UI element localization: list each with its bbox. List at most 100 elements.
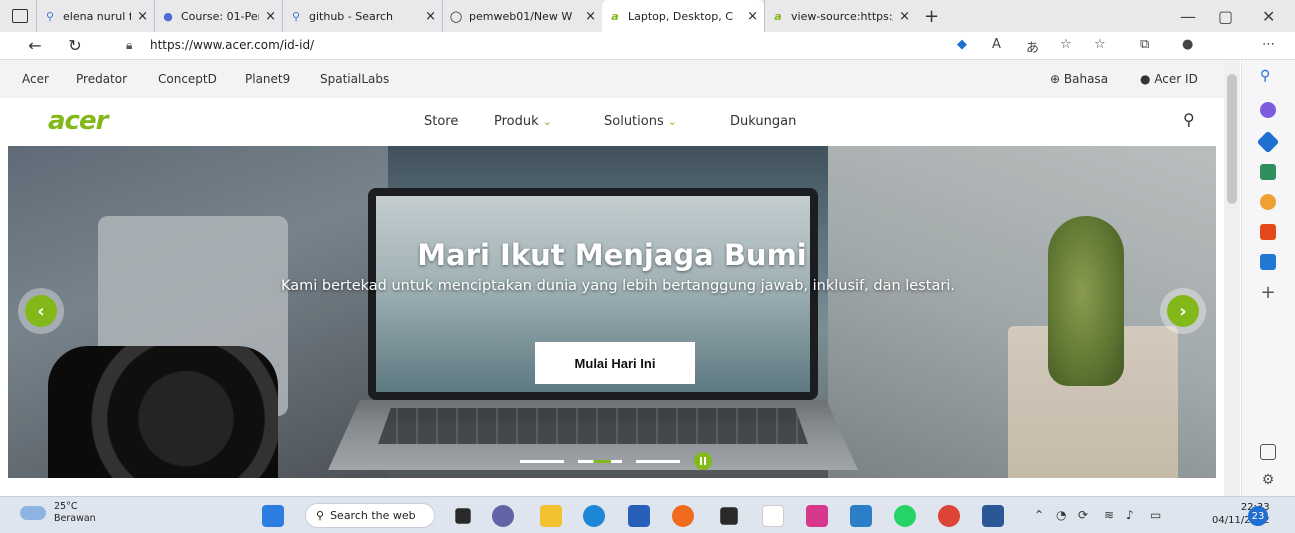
- close-icon[interactable]: ×: [137, 9, 148, 24]
- chevron-right-icon: ›: [1167, 295, 1199, 327]
- carousel-indicators: [520, 452, 712, 470]
- search-icon[interactable]: ⚲: [1260, 68, 1276, 84]
- moodle-icon: ●: [163, 9, 173, 23]
- close-icon[interactable]: ×: [265, 9, 276, 24]
- close-icon[interactable]: ×: [585, 9, 596, 24]
- nav-dukungan[interactable]: Dukungan: [730, 114, 796, 129]
- office-icon[interactable]: [1260, 224, 1276, 240]
- browser-tab[interactable]: ◯ pemweb01/New W ×: [442, 0, 602, 32]
- acer-icon: a: [611, 9, 619, 23]
- browser-tab[interactable]: ● Course: 01-Pemrog ×: [154, 0, 282, 32]
- browser-tab[interactable]: a view-source:https:/ ×: [764, 0, 916, 32]
- chat-icon[interactable]: [492, 505, 514, 527]
- carousel-next-button[interactable]: ›: [1160, 288, 1206, 334]
- window-close-icon[interactable]: ✕: [1262, 0, 1275, 32]
- collections-icon[interactable]: ⧉: [1140, 37, 1149, 52]
- start-icon[interactable]: [262, 505, 284, 527]
- carousel-dot-active[interactable]: [578, 459, 622, 463]
- shopping-icon[interactable]: [1256, 130, 1280, 154]
- restore-icon[interactable]: ▢: [1218, 0, 1233, 32]
- globe-icon: ⊕: [1050, 72, 1061, 86]
- carousel-dot[interactable]: [520, 459, 564, 463]
- language-label: Bahasa: [1063, 72, 1109, 86]
- site-info-icon[interactable]: 🔒︎: [126, 38, 132, 53]
- hero-carousel: Mari Ikut Menjaga Bumi Kami bertekad unt…: [8, 146, 1216, 478]
- discover-icon[interactable]: [1260, 102, 1276, 118]
- add-icon[interactable]: +: [1260, 282, 1276, 303]
- language-selector[interactable]: ⊕ Bahasa: [1050, 72, 1108, 86]
- network-activity-icon[interactable]: ◔: [1056, 508, 1066, 522]
- sidebar-toggle-icon[interactable]: [1260, 444, 1276, 460]
- url-field[interactable]: https://www.acer.com/id-id/: [150, 38, 314, 52]
- chevron-up-icon[interactable]: ⌃: [1034, 508, 1044, 522]
- translate-icon[interactable]: あ: [1026, 37, 1039, 56]
- scrollbar-thumb[interactable]: [1227, 74, 1237, 204]
- add-favorite-icon[interactable]: ☆: [1060, 37, 1072, 52]
- new-tab-button[interactable]: +: [924, 6, 939, 27]
- search-placeholder: Search the web: [330, 509, 416, 522]
- firefox-icon[interactable]: [672, 505, 694, 527]
- word-icon[interactable]: [982, 505, 1004, 527]
- back-icon[interactable]: ←: [20, 36, 50, 55]
- profile-icon[interactable]: ●: [1182, 37, 1193, 52]
- user-icon: ●: [1140, 72, 1151, 86]
- nav-store[interactable]: Store: [424, 114, 458, 129]
- pause-icon[interactable]: [694, 452, 712, 470]
- tools-icon[interactable]: [1260, 164, 1276, 180]
- cloud-icon: [20, 506, 46, 520]
- browser-tab-active[interactable]: a Laptop, Desktop, C ×: [602, 0, 764, 32]
- whatsapp-icon[interactable]: [894, 505, 916, 527]
- browser-tab[interactable]: ⚲ elena nurul fikri - Se ×: [36, 0, 154, 32]
- tab-title: elena nurul fikri - Se: [63, 9, 131, 23]
- amazon-icon[interactable]: [762, 505, 784, 527]
- close-icon[interactable]: ×: [899, 9, 910, 24]
- topnav-link-predator[interactable]: Predator: [76, 72, 127, 86]
- nav-solutions[interactable]: Solutions ⌄: [604, 114, 677, 129]
- more-menu-icon[interactable]: ⋯: [1262, 37, 1275, 52]
- search-icon: ⚲: [316, 509, 325, 522]
- page-scrollbar[interactable]: [1224, 60, 1240, 496]
- carousel-dot[interactable]: [636, 459, 680, 463]
- carousel-prev-button[interactable]: ‹: [18, 288, 64, 334]
- vscode-icon[interactable]: [850, 505, 872, 527]
- taskbar-search[interactable]: ⚲ Search the web: [305, 503, 435, 528]
- gear-icon[interactable]: ⚙: [1260, 472, 1276, 488]
- weather-widget[interactable]: 25°C Berawan: [20, 501, 96, 525]
- file-explorer-icon[interactable]: [540, 505, 562, 527]
- battery-icon[interactable]: ▭: [1150, 508, 1161, 522]
- windows-taskbar: 25°C Berawan ⚲ Search the web ⌃ ◔ ⟳ ≋ ♪ …: [0, 496, 1295, 533]
- cta-button[interactable]: Mulai Hari Ini: [535, 342, 695, 384]
- volume-icon[interactable]: ♪: [1126, 508, 1134, 522]
- search-icon[interactable]: ⚲: [1183, 110, 1195, 129]
- store-icon[interactable]: [628, 505, 650, 527]
- task-view-icon[interactable]: [455, 508, 471, 524]
- edge-icon[interactable]: [583, 505, 605, 527]
- topnav-link-conceptd[interactable]: ConceptD: [158, 72, 217, 86]
- dropbox-icon[interactable]: [720, 507, 738, 525]
- acer-logo[interactable]: acer: [48, 106, 108, 136]
- read-aloud-icon[interactable]: A: [992, 37, 1001, 52]
- favorites-icon[interactable]: ☆: [1094, 37, 1106, 52]
- topnav-link-planet9[interactable]: Planet9: [245, 72, 290, 86]
- mail-app-icon[interactable]: [806, 505, 828, 527]
- notification-badge[interactable]: 23: [1248, 506, 1268, 526]
- nav-produk-label: Produk: [494, 114, 539, 129]
- outlook-icon[interactable]: [1260, 254, 1276, 270]
- search-icon: ⚲: [291, 9, 301, 23]
- games-icon[interactable]: [1260, 194, 1276, 210]
- minimize-icon[interactable]: —: [1180, 0, 1196, 32]
- topnav-link-acer[interactable]: Acer: [22, 72, 49, 86]
- hero-title: Mari Ikut Menjaga Bumi: [417, 238, 807, 272]
- browser-tab[interactable]: ⚲ github - Search ×: [282, 0, 442, 32]
- wifi-icon[interactable]: ≋: [1104, 508, 1114, 522]
- chrome-icon[interactable]: [938, 505, 960, 527]
- shopping-tag-icon[interactable]: ◆: [957, 37, 967, 52]
- nav-produk[interactable]: Produk ⌄: [494, 114, 552, 129]
- close-icon[interactable]: ×: [747, 9, 758, 24]
- acer-id-link[interactable]: ● Acer ID: [1140, 72, 1198, 86]
- topnav-link-spatiallabs[interactable]: SpatialLabs: [320, 72, 389, 86]
- tab-actions-icon[interactable]: [12, 9, 28, 23]
- sync-icon[interactable]: ⟳: [1078, 508, 1088, 522]
- refresh-icon[interactable]: ↻: [60, 36, 90, 55]
- close-icon[interactable]: ×: [425, 9, 436, 24]
